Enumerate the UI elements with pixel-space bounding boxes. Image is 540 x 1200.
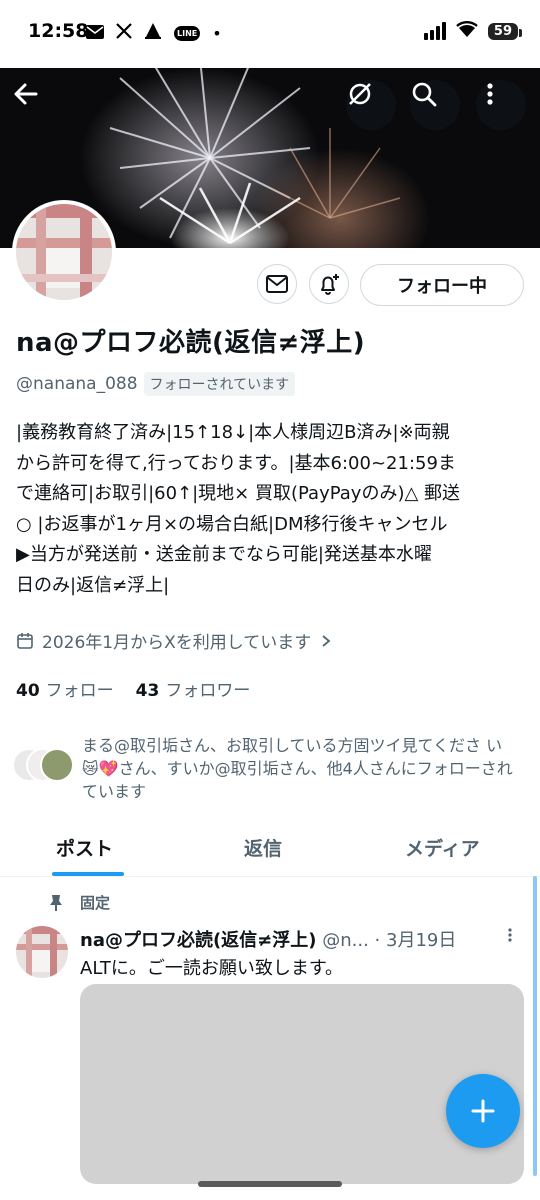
more-vertical-icon [487,83,493,105]
avatar-image [16,926,68,978]
mail-icon [86,24,104,43]
system-indicators: 59 [423,20,523,42]
following-label: フォロー [45,681,114,701]
search-icon [412,82,437,107]
signal-icon [423,22,446,40]
profile-tabs: ポスト 返信 メディア [0,822,540,877]
tab-posts[interactable]: ポスト [56,834,113,861]
no-translate-icon [349,83,371,105]
notification-icons: LINE • [86,22,222,44]
battery-indicator: 59 [487,22,523,40]
profile-handle: @nanana_088 [16,374,138,394]
mail-icon [266,275,288,293]
follow-stats: 40 フォロー 43 フォロワー [16,676,250,701]
more-options-button[interactable] [476,80,526,130]
bell-plus-icon [321,274,339,295]
back-button[interactable] [12,80,62,130]
followers-label: フォロワー [165,681,251,701]
chevron-right-icon [322,634,331,647]
status-time: 12:58 [28,20,89,42]
joined-date-row[interactable]: 2026年1月からXを利用しています [16,628,333,653]
joined-date-text: 2026年1月からXを利用しています [42,633,312,653]
tweet-more-button[interactable] [505,926,515,949]
following-link[interactable]: 40 フォロー [16,676,114,701]
tab-media[interactable]: メディア [405,834,480,861]
tab-replies[interactable]: 返信 [244,834,282,861]
follows-you-badge: フォローされています [143,372,296,396]
tweet-header: na@プロフ必読(返信≠浮上) @n... · 3月19日 [80,926,520,952]
search-button[interactable] [410,80,460,130]
line-icon: LINE [174,25,201,41]
pinned-indicator: 固定 [48,892,110,913]
tweet-text: ALTに。ご一読お願い致します。 [80,958,344,979]
pin-icon [50,894,62,911]
tweet-avatar[interactable] [16,926,68,978]
tweet-date[interactable]: · 3月19日 [375,930,457,951]
active-tab-indicator [52,872,124,876]
message-button[interactable] [257,264,297,304]
notifications-button[interactable] [309,264,349,304]
wifi-icon [456,20,478,42]
more-vertical-icon [508,928,512,942]
tweet-author-handle[interactable]: @n... [322,930,369,951]
scroll-indicator [533,876,537,1176]
x-icon [116,23,132,43]
translate-toggle-button[interactable] [346,80,396,130]
profile-name: na@プロフ必読(返信≠浮上) [16,328,366,358]
calendar-icon [17,632,33,649]
avatar [40,748,74,782]
profile-bio: |義務教育終了済み|15↑18↓|本人様周辺B済み|※両親 から許可を得て,行っ… [16,422,461,596]
compose-button[interactable] [446,1074,520,1148]
pinned-label: 固定 [80,894,111,912]
following-button[interactable]: フォロー中 [360,264,524,306]
tweet-author-name[interactable]: na@プロフ必読(返信≠浮上) [80,930,317,951]
home-indicator[interactable] [198,1181,342,1187]
mutual-followers-text: まる@取引垢さん、お取引している方固ツイ見てくださ い 😿💖さん、すいか@取引垢… [82,736,513,801]
followers-count: 43 [135,681,160,701]
following-count: 40 [16,681,40,701]
camp-icon [144,22,162,44]
mutual-avatars [12,748,76,782]
followers-link[interactable]: 43 フォロワー [136,676,251,701]
profile-avatar[interactable] [12,200,116,304]
handle-row: @nanana_088 フォローされています [16,372,296,396]
status-bar: 12:58 LINE • 59 [0,0,540,68]
plus-icon [471,1099,495,1123]
back-arrow-icon [14,83,38,105]
dot-icon: • [212,23,222,43]
avatar-image [16,204,112,300]
